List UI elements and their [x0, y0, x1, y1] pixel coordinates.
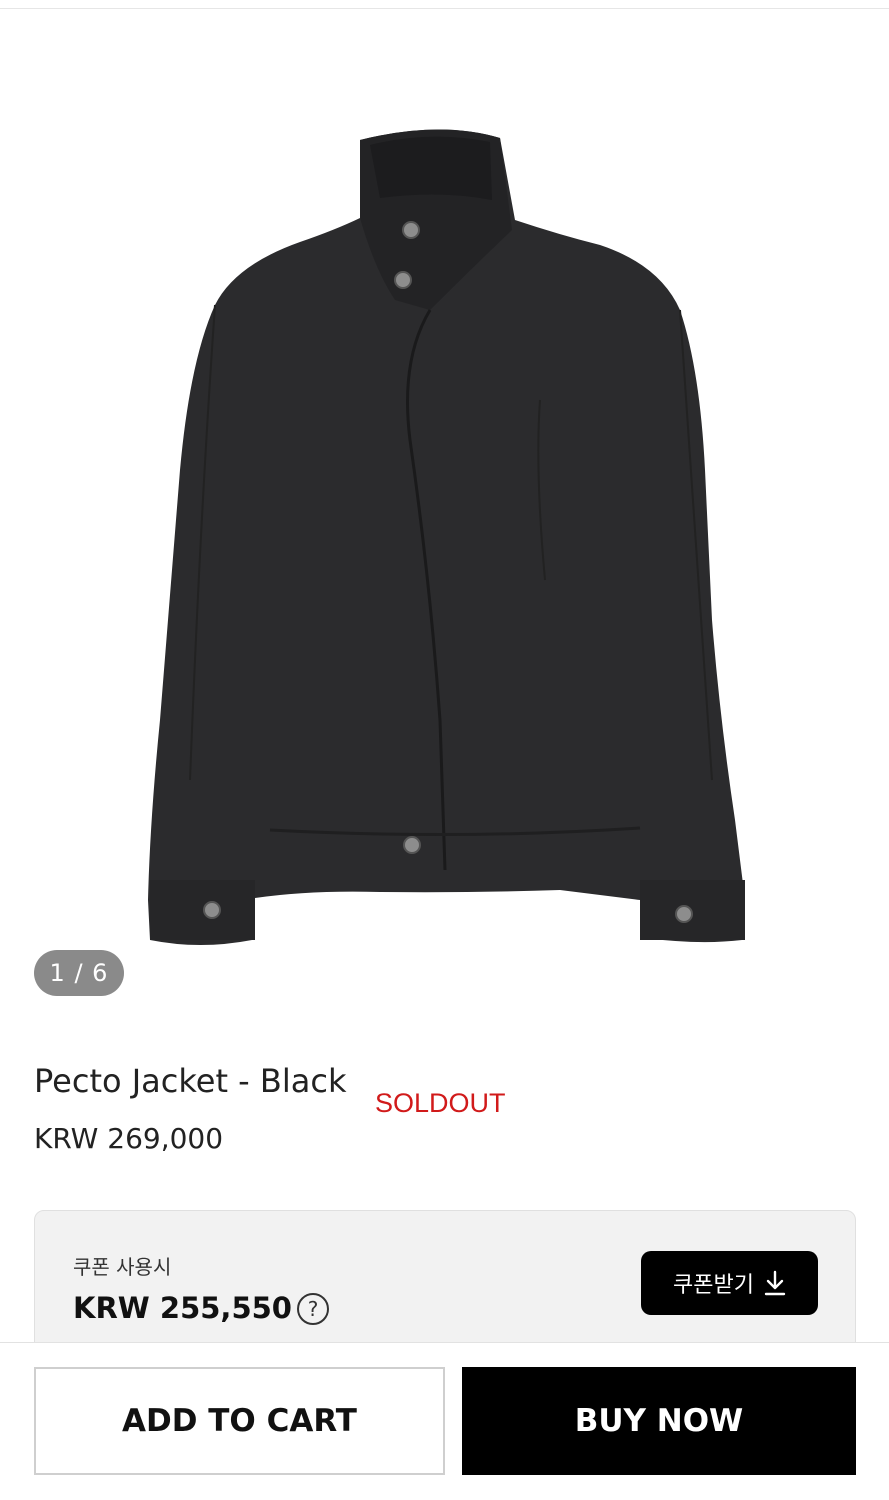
- get-coupon-button[interactable]: 쿠폰받기: [641, 1251, 818, 1315]
- download-arrow-icon: [764, 1270, 786, 1296]
- get-coupon-label: 쿠폰받기: [673, 1273, 754, 1298]
- buy-now-button[interactable]: BUY NOW: [462, 1367, 856, 1475]
- product-image-gallery[interactable]: 1 / 6: [0, 20, 889, 1005]
- purchase-action-bar: ADD TO CART BUY NOW: [0, 1342, 889, 1500]
- image-counter-badge: 1 / 6: [34, 950, 124, 996]
- jacket-image: [148, 129, 745, 945]
- help-icon[interactable]: ?: [297, 1293, 329, 1325]
- coupon-label: 쿠폰 사용시: [73, 1255, 172, 1279]
- soldout-badge: SOLDOUT: [375, 1088, 506, 1118]
- add-to-cart-button[interactable]: ADD TO CART: [34, 1367, 445, 1475]
- product-title: Pecto Jacket - Black: [34, 1062, 347, 1100]
- product-price: KRW 269,000: [34, 1122, 224, 1155]
- top-divider: [0, 8, 889, 9]
- coupon-price: KRW 255,550: [73, 1291, 292, 1325]
